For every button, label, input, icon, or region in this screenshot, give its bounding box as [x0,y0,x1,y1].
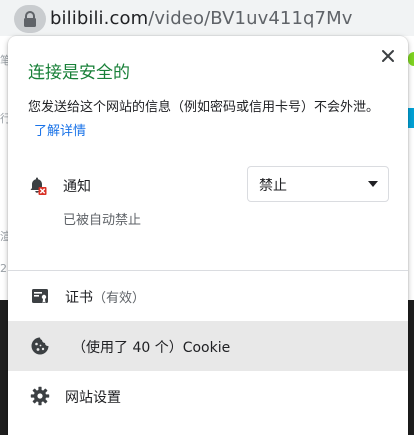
permission-row-notifications: 通知 禁止 [28,166,390,206]
site-info-button[interactable] [14,5,46,33]
background-text: 2 [0,262,7,275]
omnibox: bilibili.com/video/BV1uv411q7Mv [0,0,414,36]
cookies-item[interactable]: （使用了 40 个）Cookie [8,321,408,371]
notification-permission-select[interactable]: 禁止 [247,166,389,202]
permission-status: 已被自动禁止 [63,213,142,228]
learn-more-link[interactable]: 了解详情 [34,124,86,139]
certificate-status: （有效） [93,291,146,306]
security-description-text: 您发送给这个网站的信息（例如密码或信用卡号）不会外泄。 [28,100,380,115]
gear-icon [30,386,50,406]
cookie-icon [31,337,49,355]
close-icon [382,50,394,62]
bell-blocked-icon [30,177,47,195]
certificate-item[interactable]: 证书（有效） [8,271,408,321]
connection-secure-title: 连接是安全的 [28,63,130,83]
url-path: /video/BV1uv411q7Mv [148,8,353,29]
certificate-label: 证书 [65,290,93,306]
permission-label: 通知 [63,179,91,195]
close-button[interactable] [376,44,400,68]
security-description: 您发送给这个网站的信息（例如密码或信用卡号）不会外泄。了解详情 [28,96,398,144]
background-button [408,108,414,128]
background-badge [408,52,414,66]
select-value: 禁止 [259,178,287,194]
url-host: bilibili.com [50,8,149,29]
certificate-icon [32,289,48,303]
site-settings-label: 网站设置 [65,390,121,406]
lock-icon [24,11,36,27]
address-bar[interactable]: bilibili.com/video/BV1uv411q7Mv [50,6,352,32]
cookies-label: （使用了 40 个）Cookie [72,340,231,356]
chevron-down-icon [368,181,378,187]
site-settings-item[interactable]: 网站设置 [8,371,408,421]
site-info-popup: 连接是安全的 您发送给这个网站的信息（例如密码或信用卡号）不会外泄。了解详情 通… [8,36,408,435]
menu-label: 证书（有效） [65,287,145,307]
